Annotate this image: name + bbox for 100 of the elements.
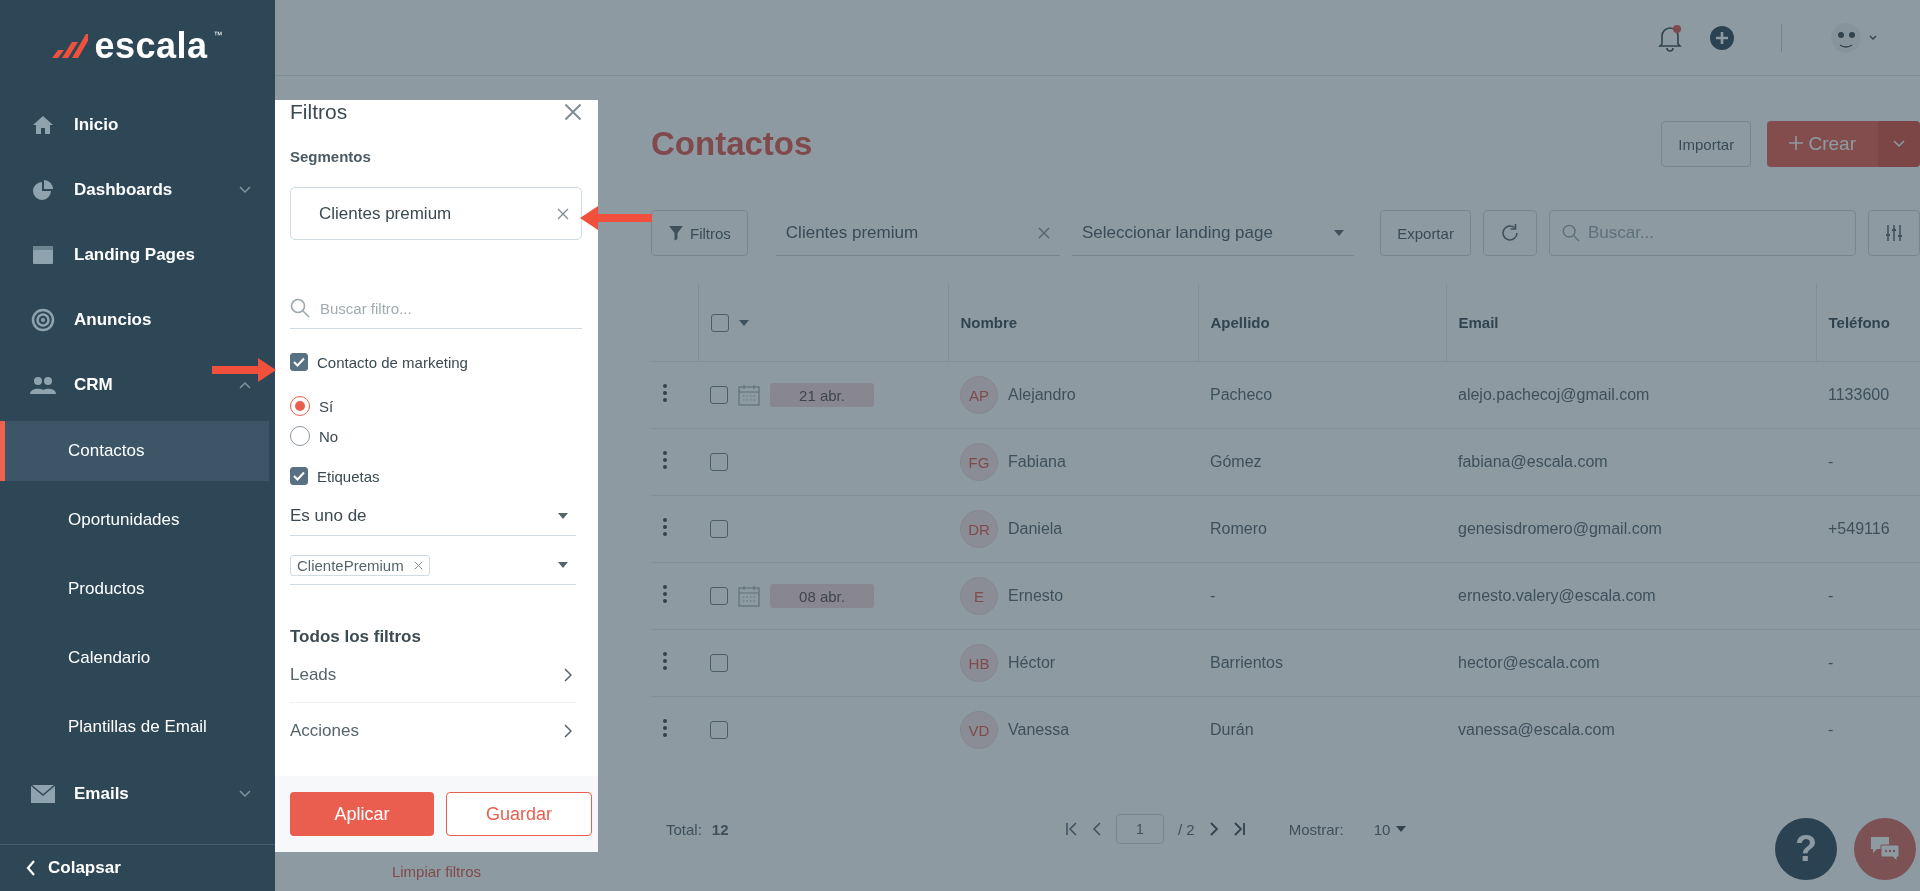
home-icon [32, 114, 54, 135]
save-button[interactable]: Guardar [446, 792, 592, 836]
sidebar-subitem[interactable]: Oportunidades [0, 485, 269, 554]
bell-icon[interactable] [1657, 23, 1683, 52]
avatar-initials: AP [960, 376, 998, 414]
date-badge: 21 abr. [770, 383, 874, 407]
column-header[interactable]: Teléfono [1816, 284, 1920, 362]
kebab-menu-icon[interactable] [663, 652, 667, 670]
close-icon[interactable] [557, 207, 569, 220]
columns-settings-button[interactable] [1868, 210, 1920, 256]
pie-chart-icon [32, 178, 54, 201]
kebab-menu-icon[interactable] [663, 451, 667, 469]
funnel-icon [668, 225, 684, 241]
filter-checkbox[interactable] [290, 467, 308, 485]
logo-bars-icon [52, 34, 89, 58]
close-icon[interactable] [564, 103, 582, 121]
landing-page-select[interactable]: Seleccionar landing page [1072, 210, 1355, 256]
sidebar-item[interactable]: Emails [0, 761, 275, 826]
filters-button[interactable]: Filtros [651, 210, 748, 256]
select-all-checkbox[interactable] [710, 313, 729, 332]
sidebar-item[interactable]: Dashboards [0, 157, 275, 222]
column-header[interactable]: Apellido [1198, 284, 1446, 362]
avatar-initials: E [960, 577, 998, 615]
close-icon[interactable] [413, 560, 423, 570]
segment-field[interactable]: Clientes premium [290, 187, 582, 240]
sidebar-subitem[interactable]: Plantillas de Email [0, 692, 269, 761]
previous-page-icon[interactable] [1092, 822, 1102, 836]
checkbox-label: Etiquetas [317, 467, 380, 485]
row-checkbox[interactable] [710, 587, 728, 605]
sidebar-item[interactable]: Landing Pages [0, 222, 275, 287]
filter-checkbox[interactable] [290, 353, 308, 371]
date-badge: 08 abr. [770, 584, 874, 608]
row-checkbox[interactable] [710, 654, 728, 672]
chevron-icon [239, 789, 251, 798]
name-cell: Vanessa [1008, 721, 1070, 739]
chevron-left-icon [26, 860, 36, 876]
close-icon[interactable] [1038, 226, 1050, 239]
caret-down-icon [558, 562, 568, 568]
sidebar-subitem[interactable]: Contactos [0, 421, 269, 481]
logo-text: escala [94, 25, 208, 67]
next-page-icon[interactable] [1208, 822, 1219, 836]
clear-filters-link[interactable]: Limpiar filtros [275, 852, 598, 891]
page-size-select[interactable]: 10 [1373, 820, 1407, 838]
plus-circle-icon[interactable] [1709, 24, 1735, 51]
sidebar-item[interactable]: Anuncios [0, 287, 275, 352]
browser-window-icon [32, 244, 54, 265]
kebab-menu-icon[interactable] [663, 585, 667, 603]
filter-category[interactable]: Acciones [290, 703, 576, 758]
filter-category[interactable]: Leads [290, 647, 576, 703]
create-button[interactable]: Crear [1767, 121, 1878, 167]
phone-cell: - [1816, 696, 1920, 763]
sidebar-subitem[interactable]: Calendario [0, 623, 269, 692]
surname-cell: - [1198, 562, 1446, 630]
chevron-right-icon [564, 723, 572, 738]
email-cell: genesisdromero@gmail.com [1446, 495, 1816, 563]
email-cell: ernesto.valery@escala.com [1446, 562, 1816, 630]
import-button[interactable]: Importar [1661, 121, 1752, 167]
show-label: Mostrar: [1288, 820, 1344, 838]
row-checkbox[interactable] [710, 520, 728, 538]
sidebar-item[interactable]: CRM [0, 352, 275, 417]
search-icon [1561, 224, 1580, 242]
row-checkbox[interactable] [710, 453, 728, 471]
sidebar-item[interactable]: Inicio [0, 92, 275, 157]
refresh-button[interactable] [1482, 210, 1537, 256]
export-button[interactable]: Exportar [1380, 210, 1471, 256]
kebab-menu-icon[interactable] [663, 518, 667, 536]
sliders-icon [1885, 224, 1903, 242]
row-checkbox[interactable] [710, 386, 728, 404]
caret-down-icon [1396, 826, 1407, 832]
segments-label: Segmentos [290, 148, 372, 165]
operator-select[interactable]: Es uno de [290, 497, 576, 536]
column-header[interactable]: Email [1446, 284, 1816, 362]
help-button[interactable]: ? [1775, 818, 1837, 880]
page-title: Contactos [651, 125, 814, 163]
kebab-menu-icon[interactable] [663, 719, 667, 737]
panel-title: Filtros [290, 100, 348, 124]
last-page-icon[interactable] [1232, 822, 1245, 836]
name-cell: Alejandro [1008, 386, 1076, 404]
trademark-mark: ™ [213, 30, 223, 40]
apply-button[interactable]: Aplicar [290, 792, 434, 836]
column-header[interactable]: Nombre [948, 284, 1198, 362]
tag-chip: ClientePremium [290, 554, 430, 576]
first-page-icon[interactable] [1066, 822, 1078, 836]
page-input[interactable]: 1 [1116, 814, 1164, 844]
filter-search-field[interactable]: Buscar filtro... [290, 288, 582, 329]
plus-icon [1789, 136, 1804, 150]
total-label: Total: [666, 820, 702, 838]
kebab-menu-icon[interactable] [663, 384, 667, 402]
email-cell: hector@escala.com [1446, 629, 1816, 697]
calendar-icon [738, 384, 760, 406]
phone-cell: 1133600 [1816, 361, 1920, 429]
row-checkbox[interactable] [710, 721, 728, 739]
sidebar-subitem[interactable]: Productos [0, 554, 269, 623]
surname-cell: Romero [1198, 495, 1446, 563]
search-icon [290, 298, 310, 318]
radio-label: Sí [319, 397, 334, 415]
people-icon [29, 375, 57, 394]
target-icon [31, 307, 55, 332]
segment-field[interactable]: Clientes premium [775, 210, 1060, 256]
surname-cell: Gómez [1198, 428, 1446, 496]
